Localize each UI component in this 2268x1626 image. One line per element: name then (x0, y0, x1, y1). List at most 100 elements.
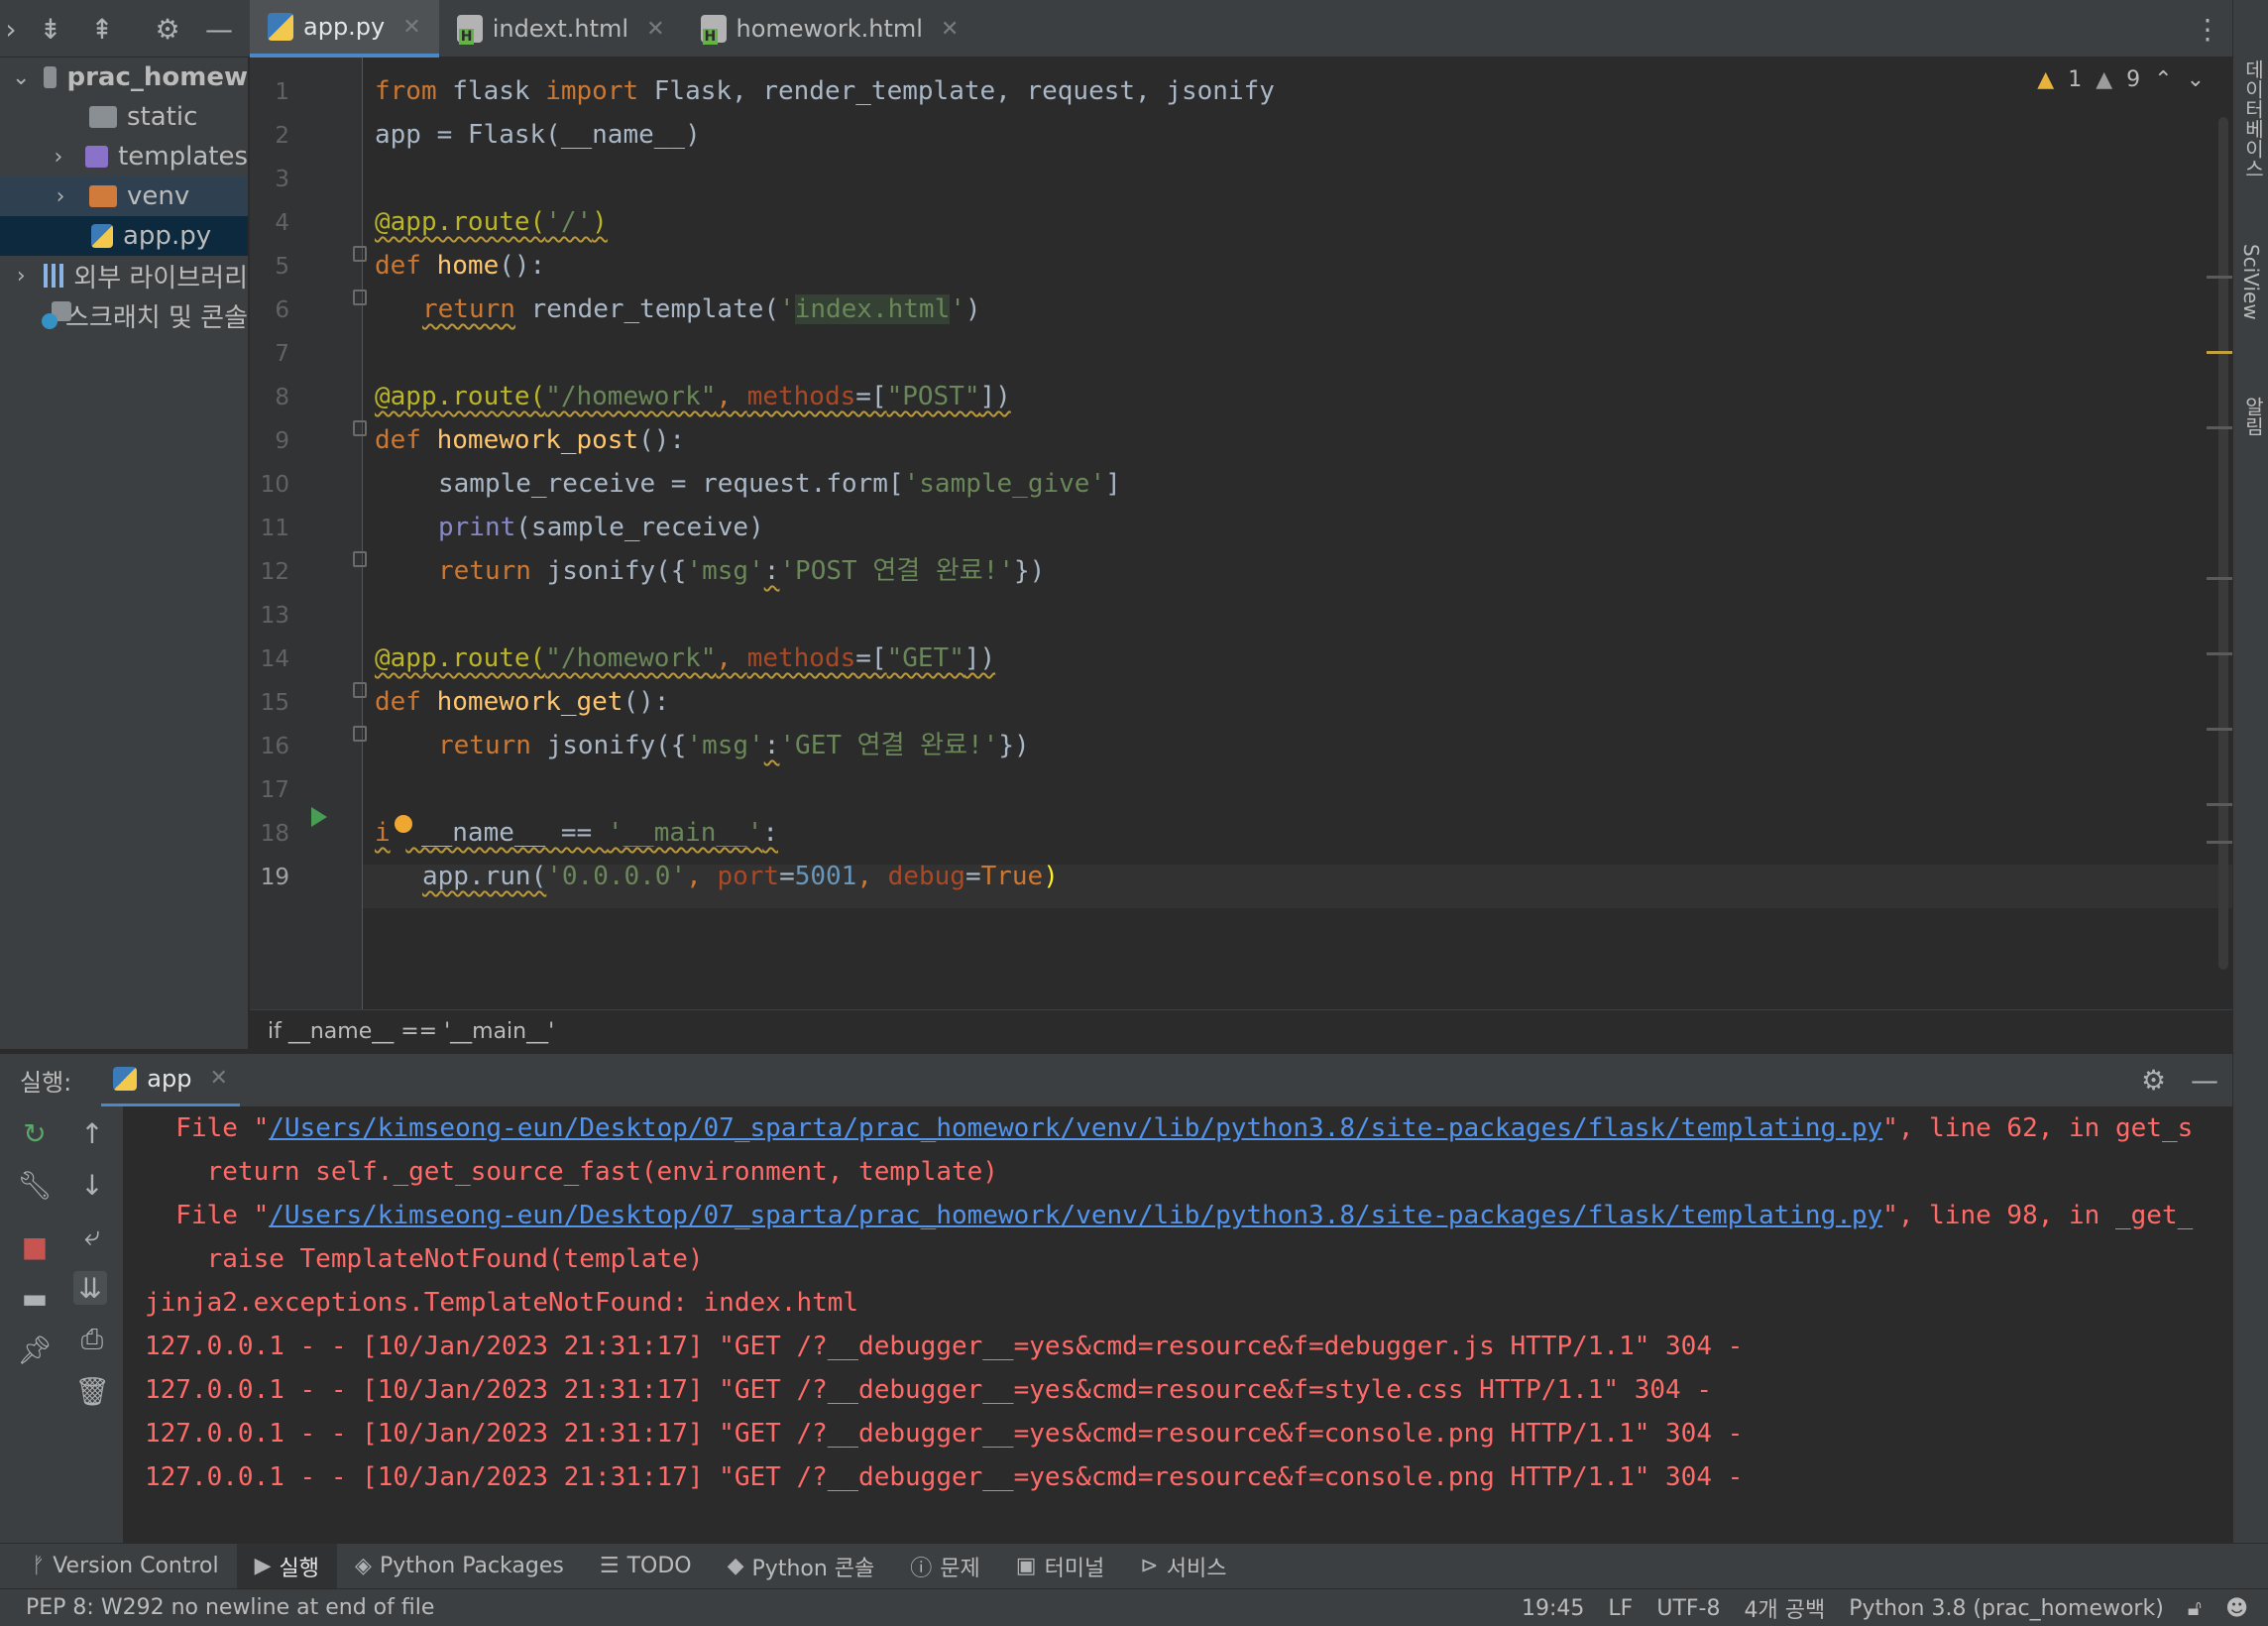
close-icon[interactable]: ✕ (941, 17, 959, 42)
lightbulb-icon[interactable] (395, 815, 412, 833)
sciview-tool-button[interactable]: SciView (2239, 244, 2263, 320)
weak-warning-count: 9 (2126, 67, 2141, 92)
stripe-mark[interactable] (2207, 841, 2232, 844)
minimize-icon[interactable]: — (2191, 1064, 2218, 1097)
arrow-down-icon[interactable]: ↓ (75, 1168, 109, 1202)
chevron-up-icon[interactable]: ⌃ (2154, 67, 2172, 92)
stripe-mark[interactable] (2207, 426, 2232, 429)
tree-item-scratches[interactable]: 스크래치 및 콘솔 (0, 295, 248, 335)
tree-item-venv[interactable]: › venv (0, 176, 248, 216)
tree-item-label: 스크래치 및 콘솔 (65, 302, 248, 333)
breadcrumb[interactable]: if __name__ == '__main__' (250, 1009, 2232, 1053)
stripe-mark[interactable] (2207, 803, 2232, 806)
print-icon[interactable]: ⎙ (75, 1323, 109, 1356)
stripe-mark[interactable] (2207, 351, 2232, 354)
chevron-right-icon[interactable]: › (48, 145, 69, 170)
run-tab-app[interactable]: app ✕ (101, 1054, 240, 1107)
tab-indext-html[interactable]: indext.html ✕ (439, 0, 683, 58)
tool-services[interactable]: ⊳ 서비스 (1122, 1544, 1244, 1589)
run-panel-title: 실행: (20, 1069, 72, 1097)
tab-app-py[interactable]: app.py ✕ (250, 0, 439, 58)
file-link[interactable]: /Users/kimseong-eun/Desktop/07_sparta/pr… (269, 1113, 1882, 1143)
run-toolbar: ↻ ↑ 🔧︎ ↓ ■ ⤶ ⇊ ▬ ⎙ 📌︎ 🗑︎ (0, 1106, 123, 1543)
close-icon[interactable]: ✕ (402, 15, 420, 40)
tree-item-templates[interactable]: › templates (0, 137, 248, 176)
info-icon: ⓘ (910, 1556, 933, 1581)
arrow-up-icon[interactable]: ↑ (75, 1116, 109, 1150)
collapse-all-icon[interactable]: ⇞ (85, 12, 119, 46)
code-line-10: sample_receive = request.form['sample_gi… (438, 469, 1121, 499)
chevron-right-icon[interactable]: › (48, 184, 73, 209)
line-number: 6 (275, 297, 289, 323)
hide-icon[interactable]: › (0, 12, 28, 46)
services-icon: ⊳ (1140, 1554, 1159, 1578)
line-number: 5 (275, 254, 289, 280)
stop-icon[interactable]: ■ (18, 1229, 52, 1263)
code-editor[interactable]: 1 2 3 4 5 6 7 8 9 10 11 12 13 14 15 16 1… (250, 58, 2232, 1009)
notifications-tool-button[interactable]: 알림 (2239, 397, 2268, 436)
code-line-2: app = Flask(__name__) (375, 120, 701, 150)
python-icon (113, 1066, 138, 1091)
pin-icon[interactable]: 📌︎ (17, 1333, 53, 1366)
tool-version-control[interactable]: ᚠ Version Control (14, 1544, 237, 1589)
stripe-mark[interactable] (2207, 728, 2232, 731)
gear-icon[interactable]: ⚙ (2141, 1064, 2166, 1097)
expand-all-icon[interactable]: ⇟ (34, 12, 67, 46)
tree-item-prac-homework[interactable]: ⌄ prac_homew (0, 58, 248, 97)
tool-python-console[interactable]: ◆ Python 콘솔 (710, 1544, 893, 1589)
close-icon[interactable]: ✕ (646, 17, 664, 42)
tool-window-bar: ᚠ Version Control ▶ 실행 ◈ Python Packages ☰ T… (0, 1543, 2268, 1589)
wrench-icon[interactable]: 🔧︎ (17, 1168, 53, 1202)
scroll-to-end-icon[interactable]: ⇊ (73, 1271, 107, 1305)
chevron-down-icon[interactable]: ⌄ (12, 65, 30, 90)
tree-item-app-py[interactable]: app.py (0, 216, 248, 256)
line-separator[interactable]: LF (1608, 1596, 1633, 1621)
layers-icon: ◈ (355, 1554, 372, 1578)
file-link[interactable]: /Users/kimseong-eun/Desktop/07_sparta/pr… (269, 1201, 1882, 1230)
editor-tab-bar: app.py ✕ indext.html ✕ homework.html ✕ (250, 0, 976, 58)
tool-run[interactable]: ▶ 실행 (236, 1543, 338, 1589)
fold-icon[interactable] (353, 420, 367, 436)
chevron-down-icon[interactable]: ⌄ (2187, 67, 2205, 92)
inspection-widget[interactable]: ▲ 1 ▲ 9 ⌃ ⌄ (2037, 67, 2205, 92)
trash-icon[interactable]: 🗑︎ (74, 1374, 110, 1408)
more-icon[interactable]: ⋮ (2191, 12, 2224, 46)
chevron-right-icon[interactable]: › (12, 264, 30, 289)
run-gutter-icon[interactable] (311, 807, 327, 827)
file-encoding[interactable]: UTF-8 (1656, 1596, 1720, 1621)
tree-item-label: prac_homew (66, 62, 248, 92)
folder-icon (89, 106, 117, 128)
tab-homework-html[interactable]: homework.html ✕ (683, 0, 977, 58)
indent-setting[interactable]: 4개 공백 (1744, 1592, 1825, 1624)
close-icon[interactable]: ✕ (209, 1066, 227, 1091)
inspector-icon[interactable]: ☻ (2225, 1596, 2248, 1621)
stripe-mark[interactable] (2207, 577, 2232, 580)
tool-problems[interactable]: ⓘ 문제 (892, 1544, 998, 1589)
rerun-icon[interactable]: ↻ (18, 1116, 52, 1150)
layout-icon[interactable]: ▬ (18, 1281, 52, 1315)
fold-icon[interactable] (353, 726, 367, 742)
code-line-8: @app.route("/homework", methods=["POST"]… (375, 382, 1011, 411)
fold-icon[interactable] (353, 290, 367, 305)
stripe-mark[interactable] (2207, 276, 2232, 279)
tree-item-external-libraries[interactable]: › 외부 라이브러리 (0, 256, 248, 295)
python-interpreter[interactable]: Python 3.8 (prac_homework) (1849, 1596, 2164, 1621)
tree-item-static[interactable]: static (0, 97, 248, 137)
lock-icon[interactable]: 🔓︎ (2188, 1596, 2202, 1621)
minimize-icon[interactable]: — (202, 12, 236, 46)
fold-icon[interactable] (353, 246, 367, 262)
gear-icon[interactable]: ⚙ (151, 12, 184, 46)
tool-python-packages[interactable]: ◈ Python Packages (337, 1544, 582, 1589)
line-number: 1 (275, 79, 289, 105)
tool-todo[interactable]: ☰ TODO (582, 1544, 710, 1589)
folder-icon (44, 66, 57, 88)
console-line: 127.0.0.1 - - [10/Jan/2023 21:31:17] "GE… (145, 1462, 1744, 1492)
stripe-mark[interactable] (2207, 652, 2232, 655)
database-tool-button[interactable]: 데이터베이스 (2239, 59, 2268, 178)
tool-terminal[interactable]: ▣ 터미널 (998, 1544, 1123, 1589)
fold-icon[interactable] (353, 551, 367, 567)
caret-position[interactable]: 19:45 (1522, 1596, 1584, 1621)
fold-icon[interactable] (353, 682, 367, 698)
soft-wrap-icon[interactable]: ⤶ (75, 1220, 109, 1253)
run-console[interactable]: File "/Users/kimseong-eun/Desktop/07_spa… (123, 1106, 2232, 1543)
